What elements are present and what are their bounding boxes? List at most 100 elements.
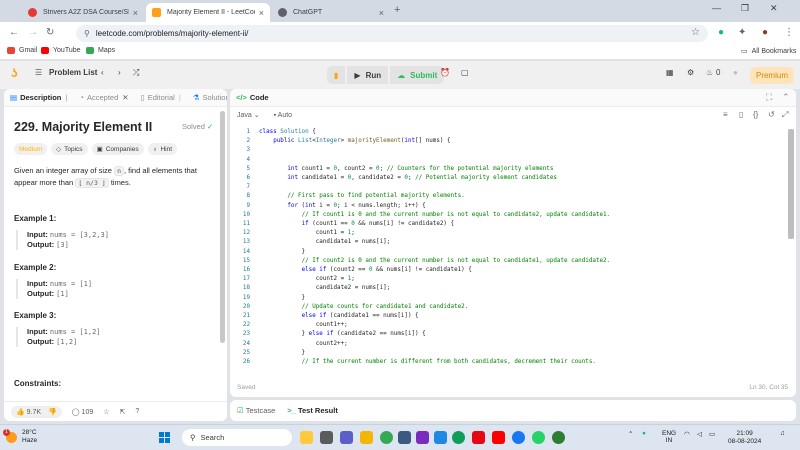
file-explorer-icon[interactable] [300,431,313,444]
code-line[interactable]: 10 // If count1 is 0 and the current num… [230,211,788,220]
maximize-icon[interactable]: ❐ [741,3,749,14]
comments-button[interactable]: ◯ 109 [72,408,93,416]
code-area[interactable]: 1 class Solution {2 public List<Integer> … [230,127,788,369]
code-line[interactable]: 8 // First pass to find potential majori… [230,192,788,201]
folder-icon[interactable] [360,431,373,444]
problem-list-link[interactable]: Problem List [49,68,97,77]
favorite-star-icon[interactable]: ☆ [103,408,109,416]
language-select[interactable]: Java ⌄ [237,111,260,119]
facebook-icon[interactable] [512,431,525,444]
bookmark-youtube[interactable]: YouTube [41,47,81,54]
editor-scrollbar[interactable] [788,129,794,239]
youtube-icon[interactable] [492,431,505,444]
tab-testcase[interactable]: ☑ Testcase [237,406,275,415]
list-icon[interactable]: ☰ [35,68,42,77]
close-icon[interactable]: ✕ [122,93,128,102]
edge-icon[interactable] [452,431,465,444]
code-line[interactable]: 16 else if (count2 == 0 && nums[i] != ca… [230,266,788,275]
app-icon[interactable] [434,431,447,444]
chrome-icon[interactable] [380,431,393,444]
collapse-panel-icon[interactable]: ⌃ [782,92,790,103]
code-line[interactable]: 23 } else if (candidate2 == nums[i]) { [230,330,788,339]
netflix-icon[interactable] [472,431,485,444]
notification-bell-icon[interactable]: ♫ [780,430,785,437]
bookmark-star-icon[interactable]: ☆ [691,27,700,38]
submit-button[interactable]: ☁ Submit [390,66,445,84]
code-line[interactable]: 5 int count1 = 0, count2 = 0; // Counter… [230,165,788,174]
code-line[interactable]: 1 class Solution { [230,128,788,137]
code-line[interactable]: 2 public List<Integer> majorityElement(i… [230,137,788,146]
code-line[interactable]: 20 // Update counts for candidate1 and c… [230,303,788,312]
code-line[interactable]: 18 candidate2 = nums[i]; [230,284,788,293]
reload-icon[interactable]: ↻ [46,27,54,38]
like-button[interactable]: 👍 9.7K 👎 [11,405,62,418]
code-line[interactable]: 12 count1 = 1; [230,229,788,238]
avatar[interactable]: ● [733,68,738,77]
page-title[interactable]: 229. Majority Element II [14,120,152,134]
weather-widget[interactable]: 1 28°C Haze [3,428,37,445]
description-scrollbar[interactable] [220,111,225,343]
code-line[interactable]: 6 int candidate1 = 0, candidate2 = 0; //… [230,174,788,183]
extension-green-icon[interactable]: ● [718,27,724,38]
menu-dots-icon[interactable]: ⋮ [784,27,794,38]
close-icon[interactable]: × [133,8,138,18]
language-indicator[interactable]: ENG IN [662,430,676,444]
tab-accepted[interactable]: ◔ Accepted ✕ [73,93,134,102]
code-line[interactable]: 15 // If count2 is 0 and the current num… [230,257,788,266]
close-window-icon[interactable]: ✕ [770,3,778,14]
bookmark-maps[interactable]: Maps [86,47,115,54]
settings-gear-icon[interactable]: ⚙ [687,68,694,77]
browser-tab-leetcode[interactable]: Majority Element II - LeetCode × [146,3,270,22]
chevron-up-icon[interactable]: ⌃ [628,430,633,438]
tab-editorial[interactable]: ▯ Editorial | [135,93,187,102]
app-icon[interactable] [552,431,565,444]
companies-chip[interactable]: ▣ Companies [91,143,144,155]
url-input[interactable]: ⚲ leetcode.com/problems/majority-element… [76,25,708,42]
share-icon[interactable]: ⇱ [120,408,126,416]
thumbs-down-icon[interactable]: 👎 [48,409,57,416]
streak-fire-icon[interactable]: ♨ [706,68,713,77]
fullscreen-icon[interactable]: ⤢ [782,110,788,120]
braces-icon[interactable]: {} [753,110,758,119]
forward-icon[interactable]: → [28,27,38,38]
run-button[interactable]: ▶ Run [347,66,389,84]
code-line[interactable]: 9 for (int i = 0; i < nums.length; i++) … [230,202,788,211]
windows-start-icon[interactable] [159,432,170,443]
back-icon[interactable]: ← [9,27,19,38]
new-tab-icon[interactable]: + [394,4,400,16]
whatsapp-icon[interactable] [532,431,545,444]
leetcode-logo-icon[interactable]: ʖ [11,66,18,80]
code-line[interactable]: 3 [230,146,788,155]
help-icon[interactable]: ? [135,408,139,415]
code-line[interactable]: 4 [230,156,788,165]
tray-app-icon[interactable]: ● [642,430,646,437]
close-icon[interactable]: × [379,8,384,18]
code-line[interactable]: 22 count1++; [230,321,788,330]
prev-problem-icon[interactable]: ‹ [101,68,104,77]
code-line[interactable]: 7 [230,183,788,192]
all-bookmarks[interactable]: ▭ All Bookmarks [741,47,796,56]
speaker-icon[interactable]: ◁ [697,430,702,438]
code-line[interactable]: 21 else if (candidate1 == nums[i]) { [230,312,788,321]
code-line[interactable]: 14 } [230,248,788,257]
battery-icon[interactable]: ▭ [709,430,715,438]
task-view-icon[interactable] [320,431,333,444]
tab-test-result[interactable]: >_ Test Result [287,406,338,415]
debug-button[interactable]: ▮ [327,66,346,84]
timer-icon[interactable]: ⏰ [440,68,450,77]
notes-icon[interactable]: ▢ [461,68,469,77]
browser-tab-chatgpt[interactable]: ChatGPT × [272,3,390,22]
layout-icon[interactable]: ▦ [666,68,674,77]
bookmark-gmail[interactable]: Gmail [7,47,37,54]
app-icon[interactable] [398,431,411,444]
code-line[interactable]: 13 candidate1 = nums[i]; [230,238,788,247]
wifi-icon[interactable]: ◠ [684,430,690,438]
code-line[interactable]: 26 // If the current number is different… [230,358,788,367]
format-icon[interactable]: ≡ [723,110,728,119]
reset-icon[interactable]: ↺ [768,110,775,119]
app-icon[interactable] [416,431,429,444]
shuffle-icon[interactable]: ⤮ [133,68,139,78]
topics-chip[interactable]: ◇ Topics [51,143,88,155]
extensions-icon[interactable]: ✦ [738,27,746,38]
tab-description[interactable]: ▤ Description | [4,93,73,102]
